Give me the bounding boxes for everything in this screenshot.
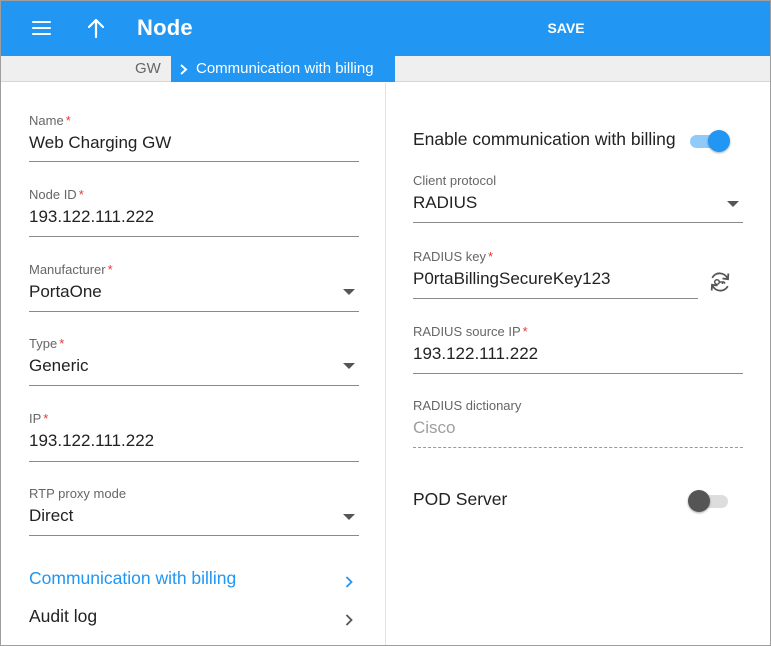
manufacturer-select[interactable]: Manufacturer * PortaOne <box>29 262 359 313</box>
breadcrumb-current-label: Communication with billing <box>196 60 374 77</box>
right-panel: Enable communication with billing Client… <box>386 83 770 645</box>
type-label: Type * <box>29 336 65 351</box>
radius-key-field[interactable]: RADIUS key * P0rtaBillingSecureKey123 <box>413 249 698 300</box>
chevron-right-icon <box>180 64 188 75</box>
required-mark: * <box>78 187 84 202</box>
radius-key-label: RADIUS key * <box>413 249 494 264</box>
required-mark: * <box>107 262 113 277</box>
radius-source-ip-label: RADIUS source IP * <box>413 324 528 339</box>
toggle-knob <box>708 130 730 152</box>
radius-key-input[interactable]: P0rtaBillingSecureKey123 <box>413 269 698 289</box>
type-select[interactable]: Type * Generic <box>29 336 359 387</box>
node-id-label: Node ID * <box>29 187 84 202</box>
radius-dictionary-field: RADIUS dictionary Cisco <box>413 398 743 449</box>
required-mark: * <box>65 113 71 128</box>
pod-server-toggle[interactable] <box>688 489 730 513</box>
radius-source-ip-input[interactable]: 193.122.111.222 <box>413 344 743 364</box>
breadcrumb-parent-link[interactable]: GW <box>135 60 161 77</box>
chevron-right-icon <box>345 576 353 588</box>
client-protocol-label: Client protocol <box>413 173 497 188</box>
breadcrumb-current: Communication with billing <box>171 56 395 82</box>
radius-dictionary-label: RADIUS dictionary <box>413 398 522 413</box>
nav-item-communication-with-billing[interactable]: Communication with billing <box>29 568 359 598</box>
required-mark: * <box>522 324 528 339</box>
name-field[interactable]: Name * Web Charging GW <box>29 113 359 163</box>
dropdown-caret-icon[interactable] <box>727 201 739 207</box>
manufacturer-value[interactable]: PortaOne <box>29 282 359 302</box>
rtp-proxy-mode-value[interactable]: Direct <box>29 506 359 526</box>
pod-server-row: POD Server <box>413 489 663 517</box>
manufacturer-underline <box>29 311 359 312</box>
name-underline <box>29 161 359 162</box>
radius-source-ip-field[interactable]: RADIUS source IP * 193.122.111.222 <box>413 324 743 375</box>
app-window: Node SAVE GW Communication with billing … <box>0 0 771 646</box>
ip-field[interactable]: IP * 193.122.111.222 <box>29 411 359 463</box>
node-id-field[interactable]: Node ID * 193.122.111.222 <box>29 187 359 238</box>
left-panel: Name * Web Charging GW Node ID * 193.122.1… <box>1 83 386 645</box>
arrow-up-icon[interactable] <box>83 15 109 41</box>
required-mark: * <box>487 249 494 264</box>
nav-item-label: Audit log <box>29 606 98 626</box>
toggle-knob <box>688 490 710 512</box>
required-mark: * <box>43 411 49 426</box>
dropdown-caret-icon[interactable] <box>343 514 355 520</box>
radius-dictionary-value: Cisco <box>413 418 456 437</box>
rtp-proxy-mode-label: RTP proxy mode <box>29 486 127 501</box>
required-mark: * <box>59 336 65 351</box>
radius-dictionary-underline <box>413 447 743 448</box>
generate-key-icon[interactable] <box>707 269 733 295</box>
type-underline <box>29 385 359 386</box>
manufacturer-label: Manufacturer * <box>29 262 113 277</box>
radius-key-underline <box>413 298 698 299</box>
type-value[interactable]: Generic <box>29 356 359 376</box>
top-app-bar: Node SAVE <box>1 1 770 56</box>
hamburger-menu-icon[interactable] <box>30 19 54 39</box>
rtp-proxy-mode-underline <box>29 535 359 536</box>
node-id-underline <box>29 236 359 237</box>
enable-communication-toggle[interactable] <box>688 129 730 153</box>
node-id-input[interactable]: 193.122.111.222 <box>29 207 359 227</box>
breadcrumb: GW Communication with billing <box>1 56 770 82</box>
nav-item-audit-log[interactable]: Audit log <box>29 606 359 636</box>
chevron-right-icon <box>345 614 353 626</box>
pod-server-label: POD Server <box>413 489 508 509</box>
dropdown-caret-icon[interactable] <box>343 363 355 369</box>
dropdown-caret-icon[interactable] <box>343 289 355 295</box>
page-title: Node <box>137 15 193 40</box>
name-input[interactable]: Web Charging GW <box>29 133 359 153</box>
ip-underline <box>29 461 359 462</box>
client-protocol-underline <box>413 222 743 223</box>
client-protocol-value[interactable]: RADIUS <box>413 193 743 213</box>
name-label: Name * <box>29 113 71 128</box>
nav-item-label: Communication with billing <box>29 568 237 588</box>
ip-input[interactable]: 193.122.111.222 <box>29 431 359 451</box>
client-protocol-select[interactable]: Client protocol RADIUS <box>413 173 743 224</box>
save-button[interactable]: SAVE <box>536 14 596 42</box>
radius-source-ip-underline <box>413 373 743 374</box>
ip-label: IP * <box>29 411 49 426</box>
rtp-proxy-mode-select[interactable]: RTP proxy mode Direct <box>29 486 359 537</box>
